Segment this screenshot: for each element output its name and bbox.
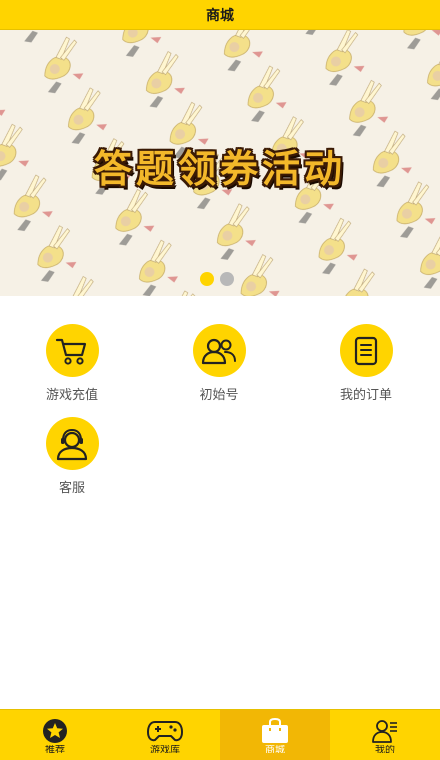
promo-banner[interactable]: 答题领券活动 <box>0 30 440 296</box>
carousel-dot-1[interactable] <box>200 272 214 286</box>
shopping-bag-icon <box>262 718 288 743</box>
page-title: 商城 <box>206 7 234 24</box>
banner-title: 答题领券活动 <box>93 146 346 191</box>
profile-icon <box>372 720 397 743</box>
order-list-icon <box>339 324 393 377</box>
customer-service-icon <box>45 417 99 470</box>
tab-label: 游戏库 <box>150 745 180 753</box>
tab-me[interactable]: 我的 <box>330 710 440 760</box>
menu-item-my-orders[interactable]: 我的订单 <box>311 324 421 406</box>
gamepad-icon <box>147 721 183 742</box>
menu-item-initial-account[interactable]: 初始号 <box>164 324 274 406</box>
menu-item-label: 游戏充值 <box>45 388 98 403</box>
tab-label: 商城 <box>265 745 285 753</box>
tab-game-library[interactable]: 游戏库 <box>110 710 220 760</box>
tab-label: 我的 <box>375 745 395 753</box>
carousel-dot-2[interactable] <box>220 272 234 286</box>
cart-icon <box>45 324 99 377</box>
top-bar: 商城 <box>0 0 440 30</box>
star-icon <box>43 719 67 743</box>
bottom-tab-bar: 推荐 游戏库 商城 我的 <box>0 709 440 760</box>
menu-item-label: 我的订单 <box>339 388 392 403</box>
menu-item-label: 客服 <box>58 481 85 496</box>
menu-item-label: 初始号 <box>199 388 239 403</box>
tab-label: 推荐 <box>45 745 65 753</box>
tab-mall[interactable]: 商城 <box>220 710 330 760</box>
tab-recommend[interactable]: 推荐 <box>0 710 110 760</box>
menu-item-game-recharge[interactable]: 游戏充值 <box>17 324 127 406</box>
carousel-indicator <box>200 272 234 286</box>
users-icon <box>192 324 246 377</box>
menu-item-customer-service[interactable]: 客服 <box>17 417 127 499</box>
